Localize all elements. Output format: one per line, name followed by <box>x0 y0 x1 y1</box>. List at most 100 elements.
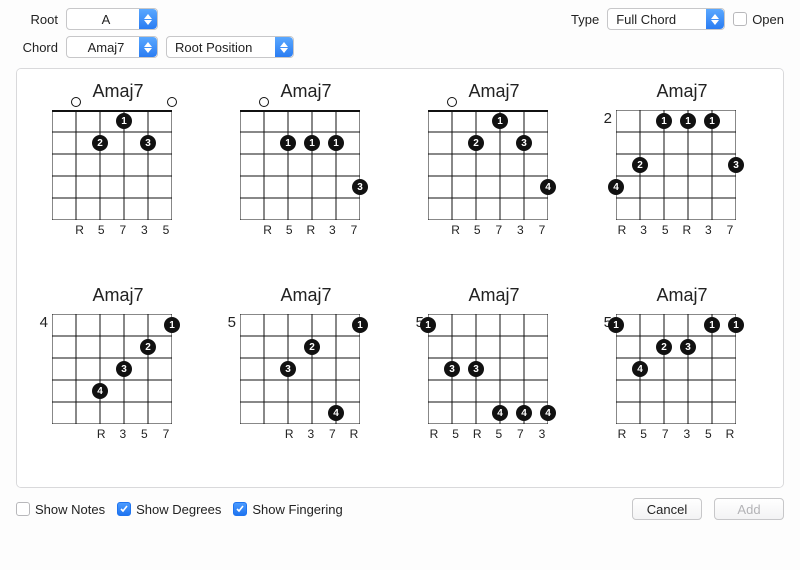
bottom-bar: Show Notes Show Degrees Show Fingering C… <box>0 488 800 530</box>
chord-name: Amaj7 <box>656 285 707 306</box>
finger-dot: 1 <box>280 135 296 151</box>
finger-dot: 4 <box>328 405 344 421</box>
degree-row: R5R37 <box>240 223 360 237</box>
root-select[interactable]: A <box>66 8 158 30</box>
finger-dot: 4 <box>492 405 508 421</box>
chord-grid-panel: Amaj7123R5735Amaj71113R5R37Amaj71234R573… <box>16 68 784 488</box>
finger-dot: 2 <box>468 135 484 151</box>
finger-dot: 1 <box>116 113 132 129</box>
inversion-select[interactable]: Root Position <box>166 36 294 58</box>
finger-dot: 4 <box>632 361 648 377</box>
chevron-updown-icon <box>139 37 157 57</box>
open-label: Open <box>752 12 784 27</box>
chord-value: Amaj7 <box>88 40 125 55</box>
finger-dot: 1 <box>492 113 508 129</box>
finger-dot: 2 <box>92 135 108 151</box>
chord-diagram: 41234R357 <box>38 314 198 441</box>
chord-name: Amaj7 <box>280 285 331 306</box>
chord-cell[interactable]: Amaj75111234R5735R <box>592 279 772 479</box>
finger-dot: 3 <box>516 135 532 151</box>
chord-diagram: 5111234R5735R <box>602 314 762 441</box>
finger-dot: 3 <box>352 179 368 195</box>
degree-row: R5737 <box>428 223 548 237</box>
start-fret-label: 4 <box>38 314 52 331</box>
finger-dot: 1 <box>328 135 344 151</box>
finger-dot: 3 <box>116 361 132 377</box>
chord-diagram: 5133444R5R573 <box>414 314 574 441</box>
chord-diagram: 2111234R35R37 <box>602 110 762 237</box>
root-label: Root <box>16 12 58 27</box>
show-degrees-label: Show Degrees <box>136 502 221 517</box>
chord-label: Chord <box>16 40 58 55</box>
chevron-updown-icon <box>139 9 157 29</box>
finger-dot: 3 <box>140 135 156 151</box>
inversion-value: Root Position <box>175 40 252 55</box>
finger-dot: 2 <box>632 157 648 173</box>
open-string-icon <box>259 97 269 107</box>
chevron-updown-icon <box>706 9 724 29</box>
finger-dot: 4 <box>540 179 556 195</box>
finger-dot: 4 <box>92 383 108 399</box>
type-value: Full Chord <box>616 12 676 27</box>
chord-cell[interactable]: Amaj75133444R5R573 <box>404 279 584 479</box>
finger-dot: 2 <box>140 339 156 355</box>
chord-cell[interactable]: Amaj741234R357 <box>28 279 208 479</box>
start-fret-label: 2 <box>602 110 616 127</box>
chord-cell[interactable]: Amaj7 5 1 23 4 R37R <box>216 279 396 479</box>
start-fret-label: 5 <box>226 314 240 331</box>
finger-dot: 3 <box>468 361 484 377</box>
finger-dot: 3 <box>280 361 296 377</box>
finger-dot: 1 <box>728 317 744 333</box>
finger-dot: 3 <box>680 339 696 355</box>
chord-cell[interactable]: Amaj72111234R35R37 <box>592 75 772 275</box>
degree-row: R5R573 <box>428 427 548 441</box>
degree-row: R5735 <box>52 223 172 237</box>
add-button[interactable]: Add <box>714 498 784 520</box>
open-string-icon <box>167 97 177 107</box>
finger-dot: 1 <box>304 135 320 151</box>
degree-row: R37R <box>240 427 360 441</box>
cancel-button[interactable]: Cancel <box>632 498 702 520</box>
finger-dot: 1 <box>608 317 624 333</box>
chord-diagram: 1113R5R37 <box>226 110 386 237</box>
chord-select[interactable]: Amaj7 <box>66 36 158 58</box>
finger-dot: 2 <box>304 339 320 355</box>
degree-row: R357 <box>52 427 172 441</box>
finger-dot: 1 <box>704 317 720 333</box>
finger-dot: 3 <box>728 157 744 173</box>
show-degrees-checkbox[interactable]: Show Degrees <box>117 502 221 517</box>
finger-dot: 2 <box>656 339 672 355</box>
finger-dot: 1 <box>680 113 696 129</box>
type-select[interactable]: Full Chord <box>607 8 725 30</box>
finger-dot: 4 <box>540 405 556 421</box>
finger-dot: 1 <box>704 113 720 129</box>
finger-dot: 1 <box>656 113 672 129</box>
chord-name: Amaj7 <box>92 285 143 306</box>
finger-dot: 4 <box>608 179 624 195</box>
chord-diagram: 12 3 R5735 <box>38 110 198 237</box>
chord-name: Amaj7 <box>468 285 519 306</box>
finger-dot: 3 <box>444 361 460 377</box>
finger-dot: 1 <box>352 317 368 333</box>
chord-name: Amaj7 <box>656 81 707 102</box>
open-checkbox[interactable]: Open <box>733 12 784 27</box>
open-string-icon <box>71 97 81 107</box>
finger-dot: 1 <box>164 317 180 333</box>
finger-dot: 4 <box>516 405 532 421</box>
chord-diagram: 5 1 23 4 R37R <box>226 314 386 441</box>
finger-dot: 1 <box>420 317 436 333</box>
show-notes-checkbox[interactable]: Show Notes <box>16 502 105 517</box>
root-value: A <box>102 12 111 27</box>
open-string-icon <box>447 97 457 107</box>
chord-cell[interactable]: Amaj71234R5737 <box>404 75 584 275</box>
chord-diagram: 12 3 4 R5737 <box>414 110 574 237</box>
chevron-updown-icon <box>275 37 293 57</box>
show-fingering-checkbox[interactable]: Show Fingering <box>233 502 342 517</box>
top-controls: Root A Type Full Chord Open Chord Amaj7 <box>0 0 800 68</box>
type-label: Type <box>571 12 599 27</box>
show-fingering-label: Show Fingering <box>252 502 342 517</box>
degree-row: R5735R <box>616 427 736 441</box>
chord-cell[interactable]: Amaj7123R5735 <box>28 75 208 275</box>
degree-row: R35R37 <box>616 223 736 237</box>
chord-cell[interactable]: Amaj71113R5R37 <box>216 75 396 275</box>
